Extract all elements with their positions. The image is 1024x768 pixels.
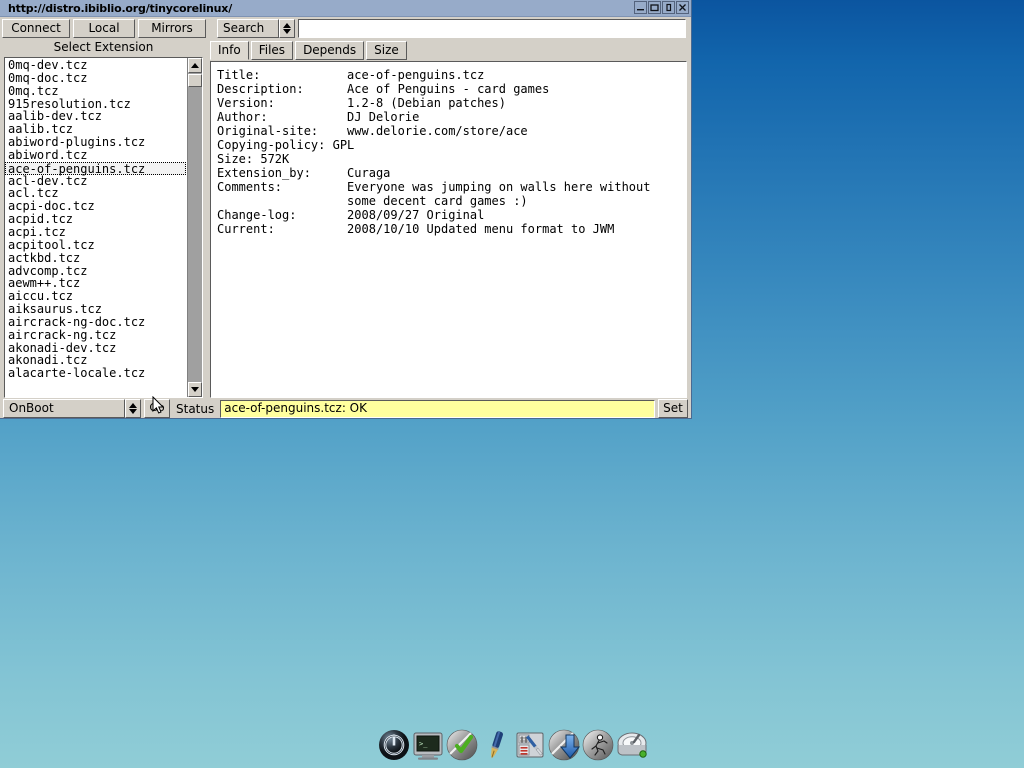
download-apps-icon[interactable] — [548, 729, 580, 761]
list-item[interactable]: 0mq-doc.tcz — [5, 72, 187, 85]
list-item[interactable]: abiword.tcz — [5, 149, 187, 162]
scroll-thumb[interactable] — [188, 74, 202, 87]
extension-listbox[interactable]: 0mq-dev.tcz0mq-doc.tcz0mq.tcz915resoluti… — [4, 57, 203, 398]
info-line: Change-log: 2008/09/27 Original — [217, 208, 680, 222]
window-title: http://distro.ibiblio.org/tinycorelinux/ — [0, 2, 232, 15]
status-label: Status — [173, 402, 217, 416]
toolbar: Connect Local Mirrors Search — [0, 17, 691, 38]
list-item[interactable]: acpi.tcz — [5, 226, 187, 239]
minimize-icon[interactable] — [634, 1, 647, 14]
go-button[interactable]: Go — [144, 399, 170, 418]
info-line: Author: DJ Delorie — [217, 110, 680, 124]
info-line: Description: Ace of Penguins - card game… — [217, 82, 680, 96]
list-item[interactable]: actkbd.tcz — [5, 252, 187, 265]
set-button[interactable]: Set — [658, 399, 688, 418]
local-button[interactable]: Local — [73, 19, 135, 38]
maximize-icon[interactable] — [648, 1, 661, 14]
running-man-icon[interactable] — [582, 729, 614, 761]
tab-info[interactable]: Info — [210, 41, 249, 60]
details-tabs: InfoFilesDependsSize — [207, 38, 687, 60]
window-body: Select Extension 0mq-dev.tcz0mq-doc.tcz0… — [0, 38, 691, 398]
info-line: Title: ace-of-penguins.tcz — [217, 68, 680, 82]
connect-button[interactable]: Connect — [2, 19, 70, 38]
tab-files[interactable]: Files — [251, 41, 293, 60]
scroll-down-icon[interactable] — [188, 382, 202, 397]
extension-list-pane: Select Extension 0mq-dev.tcz0mq-doc.tcz0… — [0, 38, 207, 398]
info-text-area[interactable]: Title: ace-of-penguins.tczDescription: A… — [210, 61, 687, 398]
list-item[interactable]: 0mq.tcz — [5, 85, 187, 98]
info-line: some decent card games :) — [217, 194, 680, 208]
tab-size[interactable]: Size — [366, 41, 407, 60]
scroll-up-icon[interactable] — [188, 58, 202, 73]
search-mode-dropdown[interactable]: Search — [217, 19, 295, 38]
search-mode-label: Search — [217, 19, 279, 38]
info-line: Size: 572K — [217, 152, 680, 166]
list-item[interactable]: 0mq-dev.tcz — [5, 59, 187, 72]
pane-title: Select Extension — [0, 38, 207, 57]
info-line: Current: 2008/10/10 Updated menu format … — [217, 222, 680, 236]
details-pane: InfoFilesDependsSize Title: ace-of-pengu… — [207, 38, 691, 398]
list-item[interactable]: aircrack-ng-doc.tcz — [5, 316, 187, 329]
window-titlebar[interactable]: http://distro.ibiblio.org/tinycorelinux/ — [0, 0, 691, 17]
list-item[interactable]: acpitool.tcz — [5, 239, 187, 252]
info-line: Original-site: www.delorie.com/store/ace — [217, 124, 680, 138]
power-icon[interactable] — [378, 729, 410, 761]
info-line: Version: 1.2-8 (Debian patches) — [217, 96, 680, 110]
terminal-icon[interactable]: >_ — [412, 729, 444, 761]
pen-editor-icon[interactable] — [480, 729, 512, 761]
list-item[interactable]: aiksaurus.tcz — [5, 303, 187, 316]
control-panel-icon[interactable] — [514, 729, 546, 761]
list-vertical-scrollbar[interactable] — [187, 58, 202, 397]
info-line: Copying-policy: GPL — [217, 138, 680, 152]
scroll-track[interactable] — [188, 73, 202, 382]
boot-spinner-arrows-icon[interactable] — [125, 399, 141, 418]
app-extension-browser-window: http://distro.ibiblio.org/tinycorelinux/… — [0, 0, 692, 419]
list-item[interactable]: alacarte-locale.tcz — [5, 367, 187, 380]
search-input[interactable] — [298, 19, 686, 38]
harddisk-mount-icon[interactable] — [616, 729, 648, 761]
close-icon[interactable] — [676, 1, 689, 14]
extension-list-items[interactable]: 0mq-dev.tcz0mq-doc.tcz0mq.tcz915resoluti… — [5, 58, 187, 397]
boot-mode-dropdown[interactable]: OnBoot — [3, 399, 141, 418]
list-item[interactable]: ace-of-penguins.tcz — [5, 162, 186, 175]
spinner-arrows-icon[interactable] — [279, 19, 295, 38]
restore-icon[interactable] — [662, 1, 675, 14]
list-item[interactable]: aircrack-ng.tcz — [5, 329, 187, 342]
mirrors-button[interactable]: Mirrors — [138, 19, 206, 38]
boot-mode-label: OnBoot — [3, 399, 125, 418]
statusbar: OnBoot Go Status ace-of-penguins.tcz: OK… — [0, 398, 691, 419]
status-field[interactable]: ace-of-penguins.tcz: OK — [220, 400, 655, 418]
info-line: Extension_by: Curaga — [217, 166, 680, 180]
tab-depends[interactable]: Depends — [295, 41, 364, 60]
info-line: Comments: Everyone was jumping on walls … — [217, 180, 680, 194]
svg-text:>_: >_ — [419, 740, 428, 748]
window-controls — [634, 1, 689, 14]
list-item[interactable]: abiword-plugins.tcz — [5, 136, 187, 149]
desktop-dock: >_ — [378, 724, 648, 766]
apps-check-icon[interactable] — [446, 729, 478, 761]
